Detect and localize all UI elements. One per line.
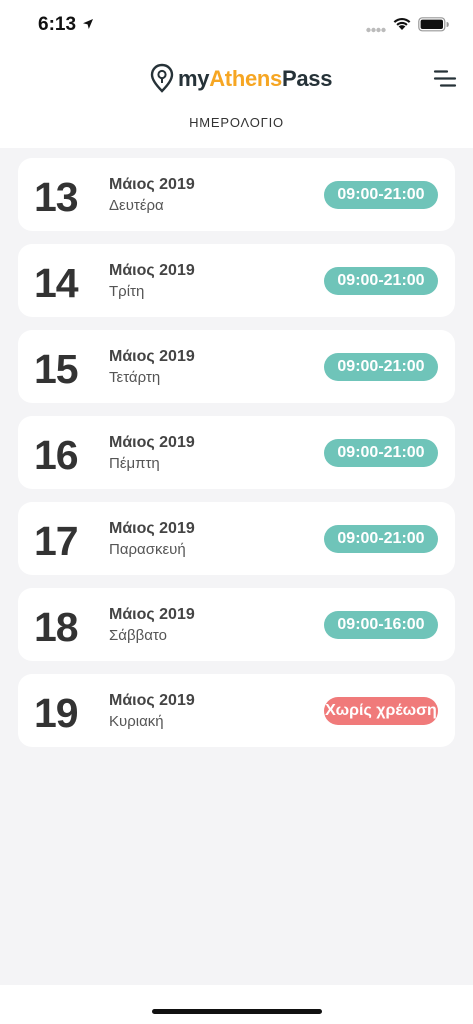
day-card[interactable]: 17 Μάιος 2019 Παρασκευή 09:00-21:00 <box>18 502 455 575</box>
day-list: 13 Μάιος 2019 Δευτέρα 09:00-21:00 14 Μάι… <box>18 158 455 760</box>
home-indicator[interactable] <box>152 1009 322 1014</box>
wifi-icon <box>393 17 411 30</box>
opening-hours-badge: 09:00-21:00 <box>324 267 438 295</box>
logo-text-athens: Athens <box>209 66 282 91</box>
status-time: 6:13 <box>38 14 77 35</box>
day-month-year: Μάιος 2019 <box>109 434 195 451</box>
day-month-year: Μάιος 2019 <box>109 262 195 279</box>
map-pin-icon <box>150 63 174 93</box>
day-weekday: Τρίτη <box>109 283 145 300</box>
opening-hours-badge: 09:00-21:00 <box>324 353 438 381</box>
day-card[interactable]: 19 Μάιος 2019 Κυριακή Χωρίς χρέωση <box>18 674 455 747</box>
day-number: 14 <box>34 260 79 306</box>
free-admission-badge: Χωρίς χρέωση <box>324 697 438 725</box>
opening-hours-badge: 09:00-21:00 <box>324 181 438 209</box>
page-title: ΗΜΕΡΟΛΟΓΙΟ <box>189 115 284 130</box>
day-month-year: Μάιος 2019 <box>109 520 195 537</box>
day-weekday: Σάββατο <box>109 627 167 644</box>
day-card[interactable]: 15 Μάιος 2019 Τετάρτη 09:00-21:00 <box>18 330 455 403</box>
logo-text-pass: Pass <box>281 66 333 91</box>
bottom-bar <box>0 985 473 1024</box>
day-weekday: Τετάρτη <box>109 369 161 386</box>
opening-hours-badge: 09:00-16:00 <box>324 611 438 639</box>
day-month-year: Μάιος 2019 <box>109 692 195 709</box>
day-number: 18 <box>34 604 79 650</box>
day-weekday: Κυριακή <box>109 713 164 730</box>
day-number: 13 <box>34 174 79 220</box>
hamburger-menu-icon[interactable] <box>432 68 458 90</box>
day-card[interactable]: 16 Μάιος 2019 Πέμπτη 09:00-21:00 <box>18 416 455 489</box>
opening-hours-badge: 09:00-21:00 <box>324 439 438 467</box>
day-month-year: Μάιος 2019 <box>109 176 195 193</box>
day-weekday: Δευτέρα <box>109 197 164 214</box>
app-header: myAthensPass ΗΜΕΡΟΛΟΓΙΟ <box>0 48 473 148</box>
day-number: 17 <box>34 518 79 564</box>
day-month-year: Μάιος 2019 <box>109 606 195 623</box>
day-month-year: Μάιος 2019 <box>109 348 195 365</box>
cellular-signal-icon <box>366 27 386 33</box>
battery-icon <box>418 17 449 32</box>
app-logo: myAthensPass <box>150 62 332 96</box>
day-card[interactable]: 18 Μάιος 2019 Σάββατο 09:00-16:00 <box>18 588 455 661</box>
day-card[interactable]: 14 Μάιος 2019 Τρίτη 09:00-21:00 <box>18 244 455 317</box>
status-bar: 6:13 <box>0 0 473 48</box>
opening-hours-badge: 09:00-21:00 <box>324 525 438 553</box>
day-number: 19 <box>34 690 79 736</box>
day-weekday: Παρασκευή <box>109 541 186 558</box>
day-number: 15 <box>34 346 79 392</box>
day-weekday: Πέμπτη <box>109 455 160 472</box>
day-number: 16 <box>34 432 79 478</box>
location-arrow-icon <box>83 19 93 29</box>
day-card[interactable]: 13 Μάιος 2019 Δευτέρα 09:00-21:00 <box>18 158 455 231</box>
logo-text: myAthensPass <box>178 66 332 92</box>
logo-text-my: my <box>178 66 210 91</box>
